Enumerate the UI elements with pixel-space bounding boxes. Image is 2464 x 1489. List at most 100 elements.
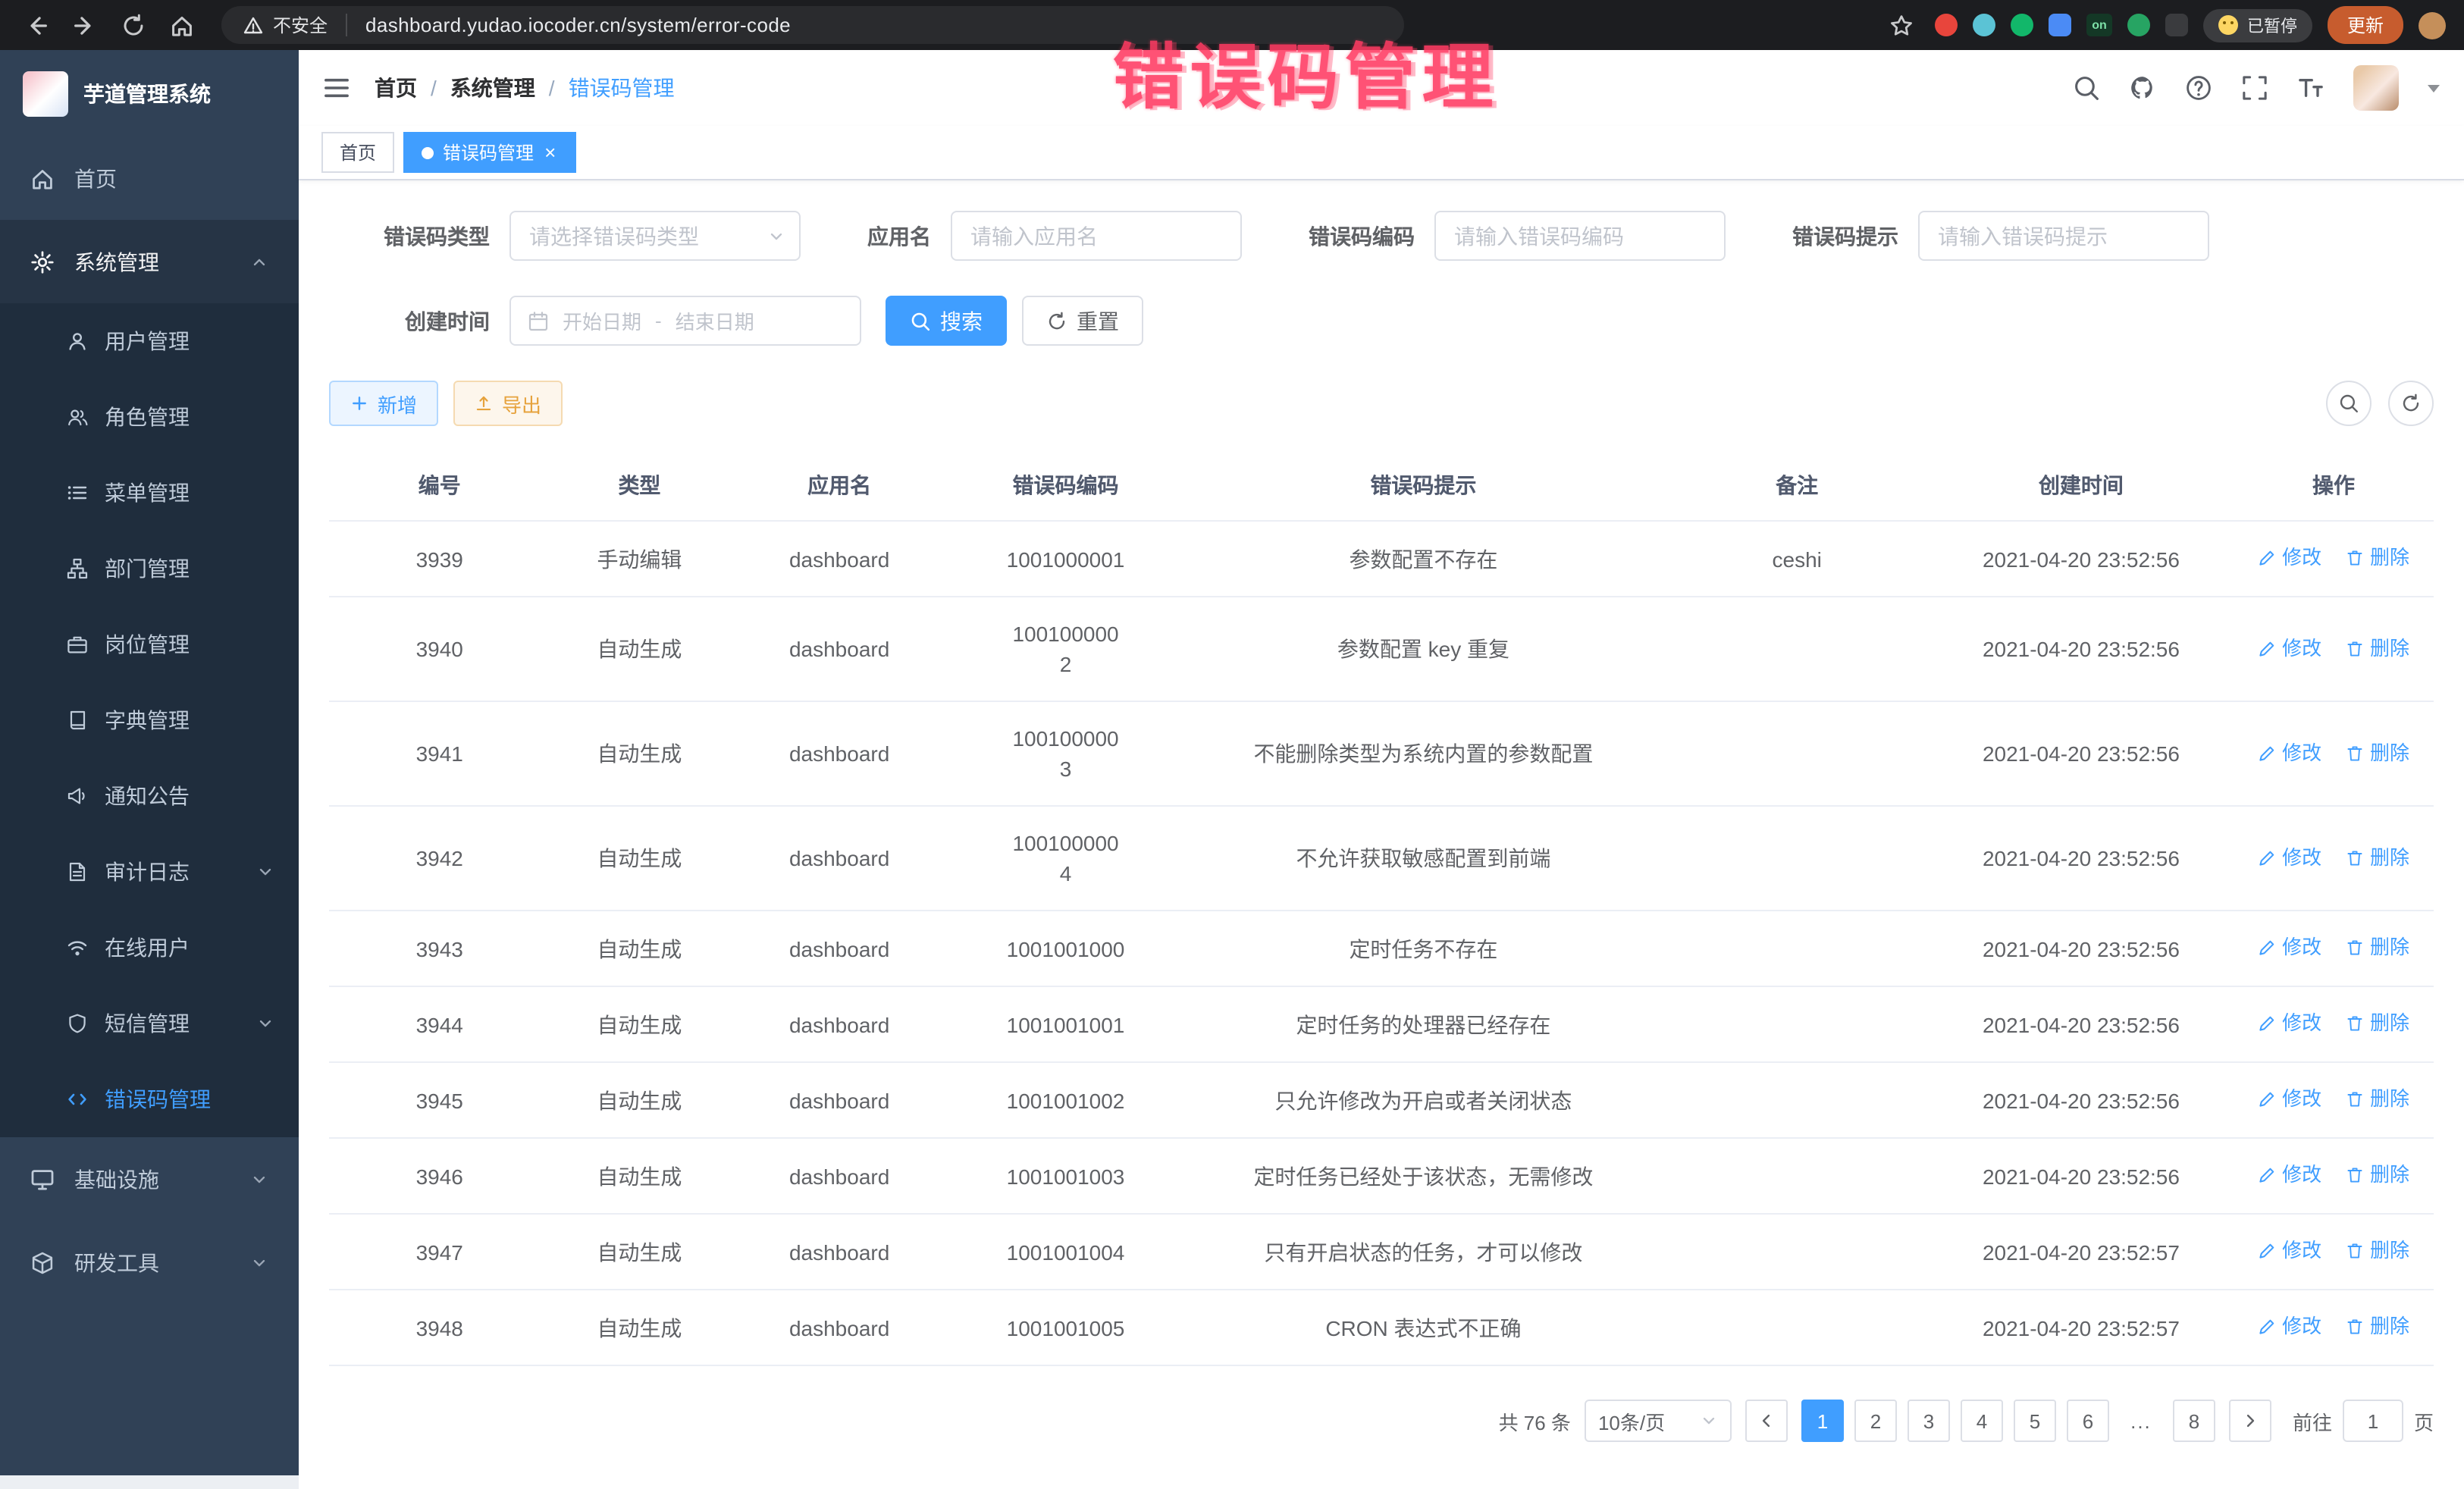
- reload-icon[interactable]: [115, 7, 152, 43]
- tab-error-code[interactable]: 错误码管理 ×: [403, 132, 575, 173]
- delete-link[interactable]: 删除: [2346, 933, 2409, 963]
- delete-label: 删除: [2370, 1312, 2409, 1342]
- security-warning-label: 不安全: [273, 12, 328, 38]
- sidebar-item-home[interactable]: 首页: [0, 136, 299, 220]
- sidebar-item-users[interactable]: 用户管理: [0, 303, 299, 379]
- breadcrumb-item-system[interactable]: 系统管理: [450, 73, 535, 103]
- add-button[interactable]: 新增: [329, 381, 438, 426]
- filter-type-select[interactable]: 请选择错误码类型: [509, 211, 801, 261]
- edit-link[interactable]: 修改: [2258, 543, 2321, 573]
- table-row: 3946 自动生成 dashboard 1001001003 定时任务已经处于该…: [329, 1139, 2434, 1215]
- delete-link[interactable]: 删除: [2346, 1312, 2409, 1342]
- edit-link[interactable]: 修改: [2258, 1160, 2321, 1190]
- edit-link[interactable]: 修改: [2258, 933, 2321, 963]
- date-range-picker[interactable]: 开始日期 - 结束日期: [509, 296, 861, 346]
- page-button[interactable]: 6: [2067, 1400, 2109, 1442]
- hamburger-icon[interactable]: [323, 74, 350, 102]
- app-logo[interactable]: 芋道管理系统: [0, 50, 299, 136]
- filter-msg-input[interactable]: [1918, 211, 2209, 261]
- goto-input[interactable]: [2343, 1400, 2403, 1442]
- tab-home[interactable]: 首页: [321, 132, 394, 173]
- sidebar-item-positions[interactable]: 岗位管理: [0, 607, 299, 682]
- cell-type: 自动生成: [550, 988, 729, 1061]
- browser-update-button[interactable]: 更新: [2328, 6, 2403, 44]
- edit-link[interactable]: 修改: [2258, 1236, 2321, 1266]
- help-icon[interactable]: [2185, 74, 2212, 102]
- user-avatar[interactable]: [2353, 65, 2399, 111]
- sidebar-item-menus[interactable]: 菜单管理: [0, 455, 299, 531]
- page-button[interactable]: 5: [2014, 1400, 2056, 1442]
- delete-link[interactable]: 删除: [2346, 1008, 2409, 1039]
- page-button[interactable]: 8: [2173, 1400, 2215, 1442]
- security-indicator[interactable]: 不安全: [243, 12, 328, 38]
- page-button[interactable]: 2: [1854, 1400, 1897, 1442]
- next-page-button[interactable]: [2229, 1400, 2271, 1442]
- trash-icon: [2346, 744, 2364, 762]
- page-button[interactable]: ...: [2120, 1400, 2162, 1442]
- navbar-actions: [2073, 65, 2440, 111]
- edit-link[interactable]: 修改: [2258, 1312, 2321, 1342]
- font-size-icon[interactable]: [2297, 74, 2324, 102]
- page-size-select[interactable]: 10条/页: [1585, 1400, 1732, 1442]
- edit-link[interactable]: 修改: [2258, 1084, 2321, 1114]
- back-icon[interactable]: [18, 7, 55, 43]
- delete-link[interactable]: 删除: [2346, 842, 2409, 873]
- search-button[interactable]: 搜索: [886, 296, 1007, 346]
- paused-badge[interactable]: 已暂停: [2203, 8, 2312, 42]
- delete-link[interactable]: 删除: [2346, 1160, 2409, 1190]
- tab-close-icon[interactable]: ×: [543, 143, 557, 162]
- extension-icon-drop[interactable]: [1973, 14, 1995, 36]
- column-header-ops: 操作: [2234, 450, 2434, 520]
- delete-link[interactable]: 删除: [2346, 738, 2409, 768]
- edit-link[interactable]: 修改: [2258, 842, 2321, 873]
- table-search-toggle-button[interactable]: [2326, 381, 2372, 426]
- home-icon[interactable]: [164, 7, 200, 43]
- trash-icon: [2346, 1242, 2364, 1260]
- edit-link[interactable]: 修改: [2258, 738, 2321, 768]
- delete-label: 删除: [2370, 543, 2409, 573]
- forward-icon[interactable]: [67, 7, 103, 43]
- search-icon[interactable]: [2073, 74, 2100, 102]
- browser-profile-avatar[interactable]: [2419, 11, 2446, 39]
- extension-icon-dark[interactable]: [2165, 14, 2188, 36]
- delete-link[interactable]: 删除: [2346, 1084, 2409, 1114]
- page-button[interactable]: 1: [1801, 1400, 1844, 1442]
- reset-button[interactable]: 重置: [1022, 296, 1143, 346]
- sidebar-item-departments[interactable]: 部门管理: [0, 531, 299, 607]
- url-bar[interactable]: 不安全 dashboard.yudao.iocoder.cn/system/er…: [221, 6, 1404, 44]
- sidebar-item-online-users[interactable]: 在线用户: [0, 910, 299, 986]
- shield-icon: [67, 1013, 88, 1034]
- filter-code-input[interactable]: [1434, 211, 1726, 261]
- github-icon[interactable]: [2129, 74, 2156, 102]
- table-refresh-button[interactable]: [2388, 381, 2434, 426]
- breadcrumb-item-home[interactable]: 首页: [375, 73, 417, 103]
- page-button[interactable]: 3: [1908, 1400, 1950, 1442]
- fullscreen-icon[interactable]: [2241, 74, 2268, 102]
- edit-link[interactable]: 修改: [2258, 633, 2321, 663]
- extension-icon-grid[interactable]: [2049, 14, 2071, 36]
- sidebar-item-system[interactable]: 系统管理: [0, 220, 299, 303]
- extension-icon-green[interactable]: [2011, 14, 2033, 36]
- delete-link[interactable]: 删除: [2346, 543, 2409, 573]
- sidebar-item-roles[interactable]: 角色管理: [0, 379, 299, 455]
- sidebar-scrollbar[interactable]: [0, 1475, 299, 1489]
- sidebar-item-audit-logs[interactable]: 审计日志: [0, 834, 299, 910]
- avatar-caret-icon[interactable]: [2428, 84, 2440, 92]
- sidebar-item-dictionaries[interactable]: 字典管理: [0, 682, 299, 758]
- page-button[interactable]: 4: [1961, 1400, 2003, 1442]
- extension-icon-leaf[interactable]: [2127, 14, 2150, 36]
- sidebar-item-error-codes[interactable]: 错误码管理: [0, 1061, 299, 1137]
- sidebar-item-devtools[interactable]: 研发工具: [0, 1221, 299, 1304]
- bookmark-star-icon[interactable]: [1883, 7, 1920, 43]
- extension-icon-recorder[interactable]: [1935, 14, 1958, 36]
- edit-link[interactable]: 修改: [2258, 1008, 2321, 1039]
- extension-icon-on-badge[interactable]: on: [2086, 14, 2112, 36]
- delete-link[interactable]: 删除: [2346, 1236, 2409, 1266]
- filter-app-input[interactable]: [951, 211, 1242, 261]
- sidebar-item-sms[interactable]: 短信管理: [0, 986, 299, 1061]
- delete-link[interactable]: 删除: [2346, 633, 2409, 663]
- export-button[interactable]: 导出: [453, 381, 563, 426]
- prev-page-button[interactable]: [1745, 1400, 1788, 1442]
- sidebar-item-infrastructure[interactable]: 基础设施: [0, 1137, 299, 1221]
- sidebar-item-notices[interactable]: 通知公告: [0, 758, 299, 834]
